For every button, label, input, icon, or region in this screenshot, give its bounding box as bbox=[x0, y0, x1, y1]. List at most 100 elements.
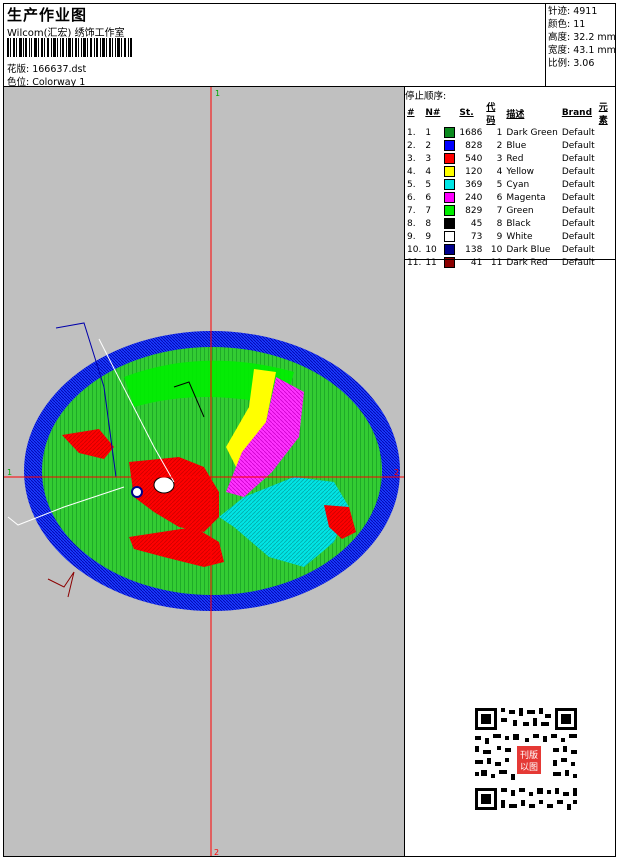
row-code: 6 bbox=[496, 192, 503, 203]
col-header bbox=[442, 100, 457, 126]
row-brand: Default bbox=[561, 244, 595, 255]
row-element bbox=[597, 178, 616, 191]
row-element bbox=[597, 243, 616, 256]
row-needle: 6 bbox=[425, 192, 432, 203]
row-swatch bbox=[442, 191, 457, 204]
row-stitches: 41 bbox=[470, 257, 483, 268]
col-header: 描述 bbox=[506, 109, 525, 120]
design-scale: 比例: 3.06 bbox=[548, 58, 595, 69]
color-swatch bbox=[444, 244, 456, 255]
design-height: 高度: 32.2 mm bbox=[548, 32, 616, 43]
row-swatch bbox=[442, 165, 457, 178]
row-stitches: 120 bbox=[465, 166, 483, 177]
table-bottom-line bbox=[405, 259, 616, 260]
row-element bbox=[597, 217, 616, 230]
row-element bbox=[597, 152, 616, 165]
row-needle: 9 bbox=[425, 231, 432, 242]
row-swatch bbox=[442, 256, 457, 269]
row-description: Yellow bbox=[506, 166, 535, 177]
row-element bbox=[597, 139, 616, 152]
row-swatch bbox=[442, 126, 457, 139]
color-swatch bbox=[444, 166, 456, 177]
table-row: 5. 5 369 5 Cyan Default bbox=[405, 178, 616, 191]
row-brand: Default bbox=[561, 218, 595, 229]
row-swatch bbox=[442, 217, 457, 230]
barcode bbox=[7, 38, 132, 57]
col-header: 元素 bbox=[598, 103, 608, 126]
table-row: 10. 10 138 10 Dark Blue Default bbox=[405, 243, 616, 256]
qr-stamp-top: 刊版 bbox=[520, 749, 538, 761]
table-row: 8. 8 45 8 Black Default bbox=[405, 217, 616, 230]
row-needle: 1 bbox=[425, 127, 432, 138]
table-row: 7. 7 829 7 Green Default bbox=[405, 204, 616, 217]
col-header: N# bbox=[425, 108, 441, 118]
row-element bbox=[597, 191, 616, 204]
row-needle: 11 bbox=[425, 257, 437, 268]
pattern-file: 花版: 166637.dst bbox=[7, 64, 87, 75]
row-needle: 2 bbox=[425, 140, 432, 151]
row-code: 1 bbox=[496, 127, 503, 138]
col-header: # bbox=[407, 108, 415, 118]
col-header: St. bbox=[459, 108, 474, 118]
white-detail bbox=[153, 476, 175, 494]
row-code: 8 bbox=[496, 218, 503, 229]
row-stitches: 240 bbox=[465, 192, 483, 203]
row-stitches: 138 bbox=[465, 244, 483, 255]
row-needle: 4 bbox=[425, 166, 432, 177]
row-stitches: 45 bbox=[470, 218, 483, 229]
color-swatch bbox=[444, 140, 456, 151]
color-swatch bbox=[444, 153, 456, 164]
row-index: 8. bbox=[407, 218, 416, 229]
row-code: 10 bbox=[490, 244, 503, 255]
row-swatch bbox=[442, 178, 457, 191]
row-code: 3 bbox=[496, 153, 503, 164]
row-swatch bbox=[442, 230, 457, 243]
row-description: Black bbox=[506, 218, 531, 229]
row-code: 2 bbox=[496, 140, 503, 151]
row-needle: 7 bbox=[425, 205, 432, 216]
row-stitches: 1686 bbox=[459, 127, 483, 138]
row-element bbox=[597, 230, 616, 243]
row-index: 10. bbox=[407, 244, 422, 255]
row-brand: Default bbox=[561, 231, 595, 242]
col-header: Brand bbox=[561, 108, 593, 118]
row-description: Cyan bbox=[506, 179, 530, 190]
row-code: 7 bbox=[496, 205, 503, 216]
row-index: 1. bbox=[407, 127, 416, 138]
row-brand: Default bbox=[561, 140, 595, 151]
row-index: 3. bbox=[407, 153, 416, 164]
row-description: Dark Blue bbox=[506, 244, 551, 255]
color-swatch bbox=[444, 192, 456, 203]
row-stitches: 828 bbox=[465, 140, 483, 151]
row-element bbox=[597, 126, 616, 139]
row-element bbox=[597, 165, 616, 178]
page-title: 生产作业图 bbox=[7, 6, 88, 24]
row-index: 9. bbox=[407, 231, 416, 242]
color-table: # N# St. 代码 描述 Brand 元素 1. 1 1686 1 Dark Gre… bbox=[405, 100, 616, 269]
row-element bbox=[597, 256, 616, 269]
row-needle: 3 bbox=[425, 153, 432, 164]
row-element bbox=[597, 204, 616, 217]
table-row: 1. 1 1686 1 Dark Green Default bbox=[405, 126, 616, 139]
crosshair-left-label: 1 bbox=[7, 468, 12, 477]
qr-stamp-bottom: 以图 bbox=[520, 762, 538, 773]
row-code: 9 bbox=[496, 231, 503, 242]
crosshair-bottom-label: 2 bbox=[214, 848, 219, 856]
row-description: Blue bbox=[506, 140, 527, 151]
row-brand: Default bbox=[561, 166, 595, 177]
table-row: 9. 9 73 9 White Default bbox=[405, 230, 616, 243]
row-brand: Default bbox=[561, 192, 595, 203]
qr-code: 刊版 以图 bbox=[469, 704, 583, 814]
design-stats: 针迹: 4911 颜色: 11 高度: 32.2 mm 宽度: 43.1 mm … bbox=[548, 5, 616, 70]
col-header: 代码 bbox=[486, 103, 496, 126]
jump-stitch-dark-red bbox=[47, 571, 75, 598]
row-index: 7. bbox=[407, 205, 416, 216]
studio-name: Wilcom(汇宏) 绣饰工作室 bbox=[7, 28, 125, 39]
row-needle: 8 bbox=[425, 218, 432, 229]
row-description: Magenta bbox=[506, 192, 546, 203]
stitch-count: 针迹: 4911 bbox=[548, 6, 598, 17]
row-stitches: 73 bbox=[470, 231, 483, 242]
crosshair-right-label: 2 bbox=[394, 468, 399, 477]
row-brand: Default bbox=[561, 257, 595, 268]
row-swatch bbox=[442, 152, 457, 165]
